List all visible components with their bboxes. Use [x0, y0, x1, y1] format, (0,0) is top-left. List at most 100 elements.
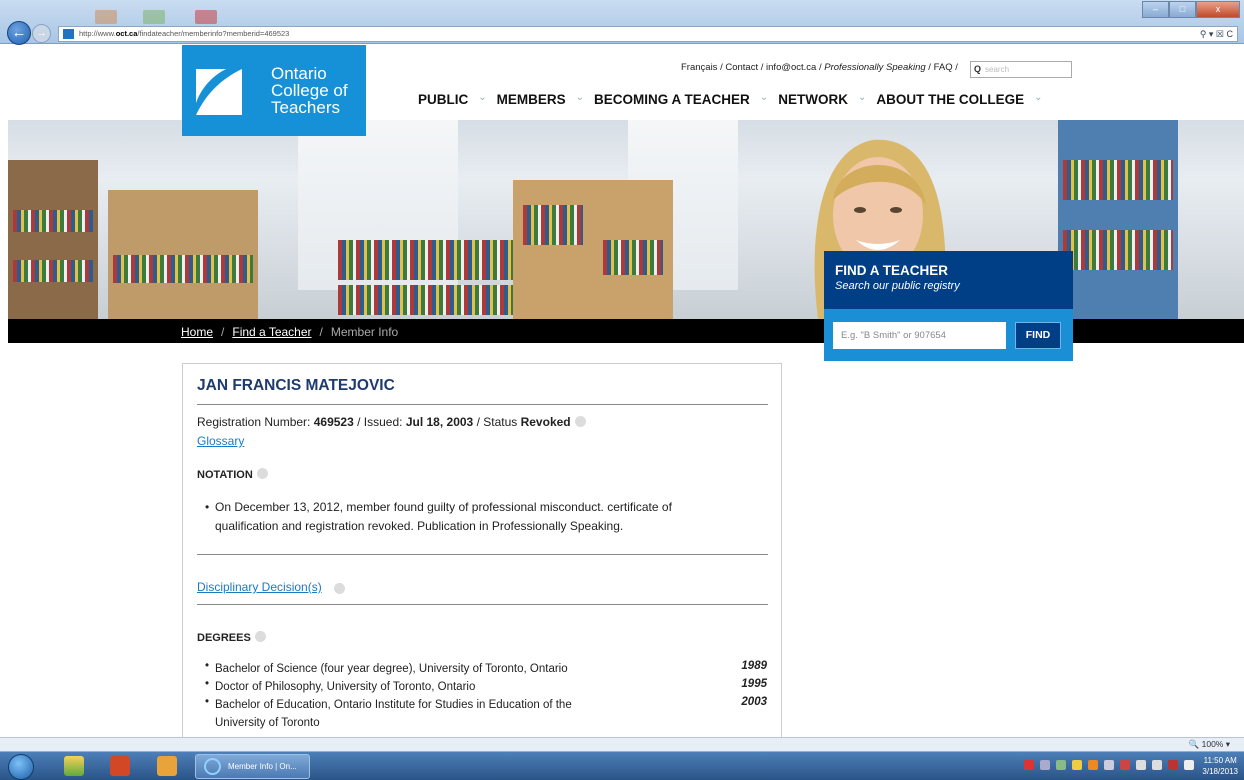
outlook-icon[interactable] [157, 756, 177, 776]
degree-name: Bachelor of Education, Ontario Institute… [215, 699, 572, 729]
forward-button[interactable]: → [32, 24, 51, 43]
chevron-down-icon[interactable]: ⌄ [760, 92, 768, 107]
nav-network[interactable]: NETWORK [778, 92, 848, 107]
tray-icon[interactable] [1072, 760, 1082, 770]
tray-icon[interactable] [1040, 760, 1050, 770]
hero-books [603, 240, 663, 275]
member-info-card: JAN FRANCIS MATEJOVIC Registration Numbe… [182, 363, 782, 743]
logo-line: College of [271, 81, 348, 100]
security-icon[interactable] [1168, 760, 1178, 770]
back-button[interactable]: ← [7, 21, 31, 45]
hero-books [13, 210, 93, 232]
tray-icon[interactable] [1088, 760, 1098, 770]
divider [197, 554, 768, 555]
breadcrumb-find-teacher[interactable]: Find a Teacher [232, 325, 311, 339]
breadcrumb-current: Member Info [330, 325, 399, 339]
hero-books [338, 285, 518, 315]
taskbar-glimpse [95, 10, 117, 24]
site-favicon-icon [63, 29, 74, 39]
taskbar-clock[interactable]: 11:50 AM 3/18/2013 [1202, 755, 1238, 777]
hero-books [338, 240, 518, 280]
close-button[interactable]: x [1196, 1, 1240, 18]
registration-line: Registration Number: 469523 / Issued: Ju… [197, 415, 586, 429]
info-icon[interactable] [256, 468, 268, 479]
hero-books [523, 205, 583, 245]
breadcrumb: Home / Find a Teacher / Member Info [181, 325, 399, 339]
site-search-input[interactable]: Q search [970, 61, 1072, 78]
chevron-down-icon[interactable]: ⌄ [576, 92, 584, 107]
status-value: Revoked [520, 415, 571, 429]
taskbar-task-label: Member Info | On... [228, 762, 297, 771]
email-link[interactable]: info@oct.ca [766, 62, 816, 73]
nav-about[interactable]: ABOUT THE COLLEGE [876, 92, 1024, 107]
find-teacher-subtitle: Search our public registry [835, 280, 960, 292]
network-icon[interactable] [1136, 760, 1146, 770]
contact-link[interactable]: Contact [725, 62, 758, 73]
tray-icon[interactable] [1120, 760, 1130, 770]
window-controls: – □ x [1142, 1, 1240, 18]
zoom-control[interactable]: 🔍 100% ▾ [1189, 739, 1230, 750]
utility-nav: Français / Contact / info@oct.ca / Profe… [681, 62, 958, 73]
chevron-down-icon[interactable]: ⌄ [1034, 92, 1042, 107]
hero-shelf [8, 160, 98, 319]
degree-item: Doctor of Philosophy, University of Toro… [205, 678, 767, 696]
tray-icon[interactable] [1024, 760, 1034, 770]
hero-books [113, 255, 253, 283]
professionally-speaking-link[interactable]: Professionally Speaking [824, 62, 925, 73]
logo-line: Ontario [271, 64, 327, 83]
nav-becoming-teacher[interactable]: BECOMING A TEACHER [594, 92, 750, 107]
flag-icon[interactable] [1184, 760, 1194, 770]
nav-members[interactable]: MEMBERS [497, 92, 566, 107]
info-icon[interactable] [254, 631, 266, 642]
address-bar[interactable]: http://www.oct.ca/findateacher/memberinf… [58, 26, 1238, 42]
url-path: /findateacher/memberinfo?memberid=469523 [137, 29, 290, 38]
info-icon[interactable] [574, 416, 586, 427]
tray-icon[interactable] [1056, 760, 1066, 770]
nav-public[interactable]: PUBLIC [418, 92, 468, 107]
reg-number: 469523 [313, 415, 354, 429]
logo-mark-icon [196, 69, 242, 115]
taskbar-ie-window[interactable]: Member Info | On... [195, 754, 310, 779]
status-label: / Status [476, 415, 518, 429]
glossary-link[interactable]: Glossary [197, 434, 244, 448]
address-tools[interactable]: ⚲ ▾ ☒ C [1200, 27, 1233, 41]
minimize-button[interactable]: – [1142, 1, 1169, 18]
disciplinary-decisions-link[interactable]: Disciplinary Decision(s) [197, 580, 322, 594]
chevron-down-icon[interactable]: ⌄ [478, 92, 486, 107]
find-teacher-panel: FIND A TEACHER Search our public registr… [824, 251, 1073, 361]
chevron-down-icon[interactable]: ⌄ [858, 92, 866, 107]
degree-item: Bachelor of Education, Ontario Institute… [205, 696, 767, 732]
faq-link[interactable]: FAQ [934, 62, 953, 73]
taskbar-glimpse [143, 10, 165, 24]
maximize-button[interactable]: □ [1169, 1, 1196, 18]
degree-name: Bachelor of Science (four year degree), … [215, 663, 568, 675]
pinned-app-icon[interactable] [64, 756, 84, 776]
find-button[interactable]: FIND [1015, 322, 1061, 349]
tray-icon[interactable] [1104, 760, 1114, 770]
reg-label: Registration Number: [197, 415, 311, 429]
francais-link[interactable]: Français [681, 62, 717, 73]
degree-year: 1989 [741, 660, 767, 672]
issued-label: / Issued: [357, 415, 403, 429]
logo[interactable]: Ontario College of Teachers [182, 45, 366, 136]
divider [197, 404, 768, 405]
info-icon[interactable] [334, 583, 345, 594]
volume-icon[interactable] [1152, 760, 1162, 770]
powerpoint-icon[interactable] [110, 756, 130, 776]
hero-books [1063, 230, 1173, 270]
member-name: JAN FRANCIS MATEJOVIC [197, 377, 395, 394]
issued-date: Jul 18, 2003 [405, 415, 474, 429]
start-button[interactable] [8, 754, 34, 780]
notation-header-label: NOTATION [197, 469, 253, 481]
hero-books [13, 260, 93, 282]
main-nav: PUBLIC ⌄ MEMBERS ⌄ BECOMING A TEACHER ⌄ NET… [418, 92, 1052, 107]
breadcrumb-home[interactable]: Home [181, 325, 213, 339]
notation-header: NOTATION [197, 468, 268, 481]
browser-toolbar: – □ x ← → http://www.oct.ca/findateacher… [0, 0, 1244, 45]
hero-books [1063, 160, 1173, 200]
find-teacher-input[interactable]: E.g. "B Smith" or 907654 [833, 322, 1006, 349]
logo-line: Teachers [271, 98, 340, 117]
system-tray [1024, 760, 1194, 770]
logo-text: Ontario College of Teachers [271, 65, 348, 116]
degree-year: 2003 [741, 696, 767, 708]
